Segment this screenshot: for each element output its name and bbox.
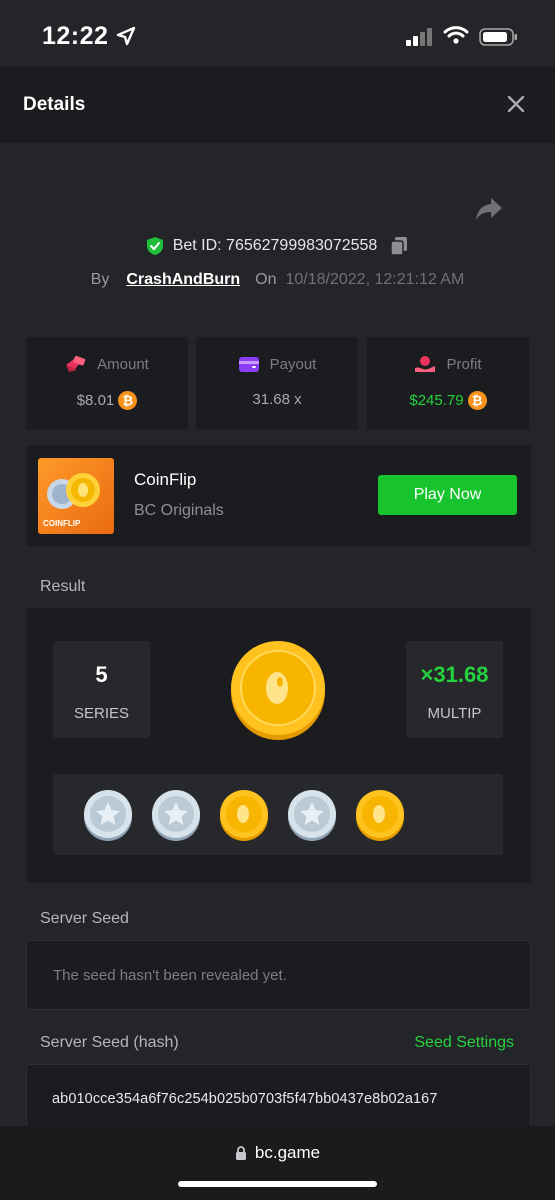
by-label: By	[90, 271, 110, 288]
series-label: SERIES	[73, 705, 130, 722]
username-link[interactable]: CrashAndBurn	[126, 271, 240, 289]
copy-icon[interactable]	[389, 236, 409, 256]
bitcoin-icon: ₿	[467, 391, 487, 410]
game-card: COINFLIP CoinFlip BC Originals Play Now	[26, 445, 531, 546]
multiplier-label: MULTIP	[427, 705, 482, 722]
server-seed-text: The seed hasn't been revealed yet.	[53, 967, 287, 984]
multiplier-box: ×31.68 MULTIP	[406, 641, 503, 738]
coinflip-thumbnail[interactable]: COINFLIP	[38, 458, 114, 534]
bet-author-row: By CrashAndBurn On 10/18/2022, 12:21:12 …	[0, 268, 555, 292]
details-header: Details	[0, 66, 555, 143]
browser-bottom-bar: bc.game	[0, 1126, 555, 1200]
series-box: 5 SERIES	[53, 641, 150, 738]
gold-coin-icon	[220, 790, 268, 841]
bitcoin-icon: ₿	[118, 391, 138, 410]
lock-icon	[235, 1145, 246, 1160]
silver-coin-icon	[84, 790, 132, 841]
silver-coin-icon	[152, 790, 200, 841]
location-arrow-icon	[116, 26, 136, 46]
gold-coin-icon	[356, 790, 404, 841]
status-bar: 12:22	[0, 0, 555, 66]
game-provider: BC Originals	[134, 502, 224, 519]
payout-value: 31.68 x	[252, 391, 302, 408]
wallet-icon	[238, 357, 259, 372]
url-bar[interactable]: bc.game	[0, 1143, 555, 1163]
amount-icon	[66, 355, 86, 372]
status-time: 12:22	[42, 22, 109, 50]
server-seed-box: The seed hasn't been revealed yet.	[26, 940, 531, 1010]
url-text: bc.game	[254, 1143, 321, 1162]
shield-check-icon	[146, 237, 163, 255]
on-label: On	[255, 271, 277, 288]
cellular-signal-icon	[406, 28, 432, 46]
multiplier-value: ×31.68	[420, 662, 489, 687]
bet-id: Bet ID: 76562799983072558	[172, 237, 378, 254]
play-now-button[interactable]: Play Now	[378, 475, 517, 515]
amount-card: Amount $8.01 ₿	[26, 337, 188, 430]
profit-icon	[415, 356, 436, 372]
gold-coin-icon	[231, 641, 325, 740]
wifi-icon	[443, 26, 469, 44]
page-title: Details	[23, 94, 86, 115]
battery-icon	[479, 28, 517, 46]
profit-card: Profit $245.79 ₿	[367, 337, 529, 430]
server-seed-hash-box[interactable]: ab010cce354a6f76c254b025b0703f5f47bb0437…	[26, 1064, 531, 1134]
seed-settings-link[interactable]: Seed Settings	[414, 1034, 514, 1052]
bet-id-row: Bet ID: 76562799983072558	[0, 234, 555, 258]
bet-date: 10/18/2022, 12:21:12 AM	[285, 271, 465, 288]
close-icon[interactable]	[506, 94, 526, 114]
amount-label: Amount	[97, 355, 149, 373]
server-seed-hash-label: Server Seed (hash)	[40, 1034, 179, 1051]
game-name: CoinFlip	[134, 470, 197, 489]
result-panel: 5 SERIES ×31.68 MULTIP	[26, 608, 531, 883]
share-icon[interactable]	[474, 196, 504, 222]
profit-label: Profit	[446, 355, 482, 373]
payout-card: Payout 31.68 x	[196, 337, 358, 430]
server-seed-label: Server Seed	[40, 910, 129, 927]
amount-value: $8.01	[76, 392, 115, 409]
silver-coin-icon	[288, 790, 336, 841]
coin-history-strip	[53, 774, 503, 855]
result-label: Result	[40, 578, 86, 595]
series-value: 5	[95, 662, 108, 687]
home-indicator[interactable]	[178, 1181, 377, 1187]
server-seed-hash-value: ab010cce354a6f76c254b025b0703f5f47bb0437…	[52, 1091, 438, 1107]
thumbnail-label: COINFLIP	[43, 519, 81, 528]
payout-label: Payout	[269, 355, 317, 373]
profit-value: $245.79	[409, 392, 464, 409]
